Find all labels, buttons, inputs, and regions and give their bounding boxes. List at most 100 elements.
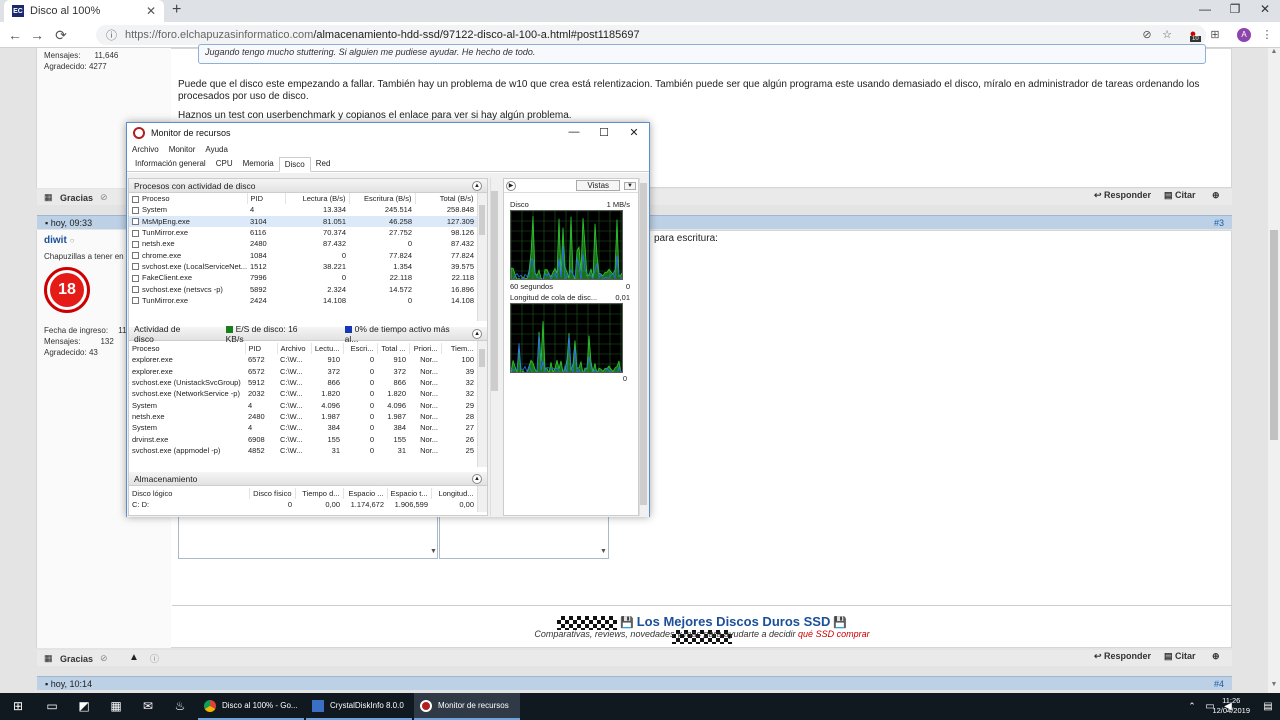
column-header[interactable]: Espacio ... [343,488,388,500]
info-circle-icon[interactable]: ⓘ [150,652,159,665]
column-header[interactable]: Total ... [377,343,410,355]
close-window-button[interactable]: ✕ [1250,2,1280,16]
column-header[interactable]: Escritura (B/s) [349,193,416,205]
taskbar-clock[interactable]: 11:26 12/04/2019 [1212,696,1250,716]
post-number-link[interactable]: #4 [1214,679,1224,689]
task-view-icon[interactable]: ▭ [42,697,62,715]
taskbar-app-resource-monitor[interactable]: Monitor de recursos [414,693,520,720]
rm-close-button[interactable]: ✕ [619,126,649,139]
scroll-down-arrow-icon[interactable]: ▼ [1268,681,1280,693]
post-number-link[interactable]: #3 [1214,218,1224,228]
profile-avatar[interactable]: A [1237,28,1251,42]
column-header[interactable]: Espacio t... [387,488,432,500]
multiquote-icon[interactable]: ⊕ [1212,651,1220,662]
column-header[interactable]: Total (B/s) [415,193,478,205]
column-header[interactable]: Proceso [129,193,248,205]
tab-disco[interactable]: Disco [278,157,311,172]
tab-close-icon[interactable]: ✕ [146,4,156,18]
multiquote-icon[interactable]: ⊕ [1212,190,1220,201]
citar-button[interactable]: ▤ Citar [1164,190,1196,201]
checkbox[interactable] [132,286,139,294]
checkbox[interactable] [132,218,139,226]
column-header[interactable]: Tiem... [441,343,478,355]
column-header[interactable]: Disco lógico [129,488,250,500]
warning-icon[interactable]: ▲ [129,652,139,663]
translate-icon[interactable]: ⊞ [1208,28,1222,42]
column-header[interactable]: Disco físico [249,488,296,500]
maximize-button[interactable]: ❐ [1220,2,1250,16]
steam-icon[interactable]: ♨ [170,697,190,715]
star-bookmark-icon[interactable]: ☆ [1160,28,1174,42]
column-header[interactable]: Priori... [409,343,442,355]
vistas-dropdown-arrow-icon[interactable]: ▼ [624,181,636,190]
back-arrow-icon[interactable]: ← [6,27,24,43]
tab-memoria[interactable]: Memoria [238,157,279,172]
signature-title[interactable]: Los Mejores Discos Duros SSD [637,614,831,629]
storage-section-header[interactable]: Almacenamiento ▲ [129,472,487,486]
table-row[interactable]: FakeClient.exe 7996 0 22.118 22.118 [129,272,477,283]
collapse-up-icon[interactable]: ▲ [472,473,482,484]
username-link[interactable]: diwit ○ [44,235,74,246]
tab-red[interactable]: Red [311,157,336,172]
column-header[interactable]: Lectura (B/s) [285,193,350,205]
page-scrollbar-thumb[interactable] [1270,230,1278,440]
column-header[interactable]: PID [245,343,278,355]
collapse-up-icon[interactable]: ▲ [472,180,482,191]
checkbox[interactable] [132,195,139,203]
app-pinned-icon[interactable]: ◩ [74,697,94,715]
collapse-up-icon[interactable]: ▲ [472,328,482,339]
taskbar-app-crystaldiskinfo[interactable]: CrystalDiskInfo 8.0.0 [306,693,412,720]
column-header[interactable]: Proceso [129,343,246,355]
checkbox[interactable] [132,229,139,237]
report-icon[interactable]: ⊘ [100,192,108,203]
checkbox[interactable] [132,206,139,214]
procs-section-header[interactable]: Procesos con actividad de disco ▲ [129,179,487,193]
reload-icon[interactable]: ⟳ [52,27,70,44]
table-row[interactable]: System 4 C:\W... 4.096 0 4.096 Nor... 29 [129,399,477,410]
table-row[interactable]: explorer.exe 6572 C:\W... 910 0 910 Nor... 100 [129,354,477,365]
vistas-dropdown[interactable]: Vistas [576,180,621,191]
avatar[interactable]: 18 [44,267,90,313]
table-row[interactable]: System 4 C:\W... 384 0 384 Nor... 27 [129,422,477,433]
table-row[interactable]: netsh.exe 2480 87.432 0 87.432 [129,238,477,249]
report-icon[interactable]: ⊘ [100,653,108,664]
blocked-icon[interactable]: ⊘ [1140,28,1154,42]
mail-icon[interactable]: ✉ [138,697,158,715]
table-row[interactable]: chrome.exe 1084 0 77.824 77.824 [129,249,477,260]
table-row[interactable]: explorer.exe 6572 C:\W... 372 0 372 Nor... 39 [129,366,477,377]
tab-cpu[interactable]: CPU [211,157,238,172]
info-icon[interactable]: ⓘ [106,27,117,43]
column-header[interactable]: Longitud... [431,488,478,500]
signature-link[interactable]: qué SSD comprar [798,629,870,639]
browser-tab[interactable]: EC Disco al 100% ✕ [4,0,164,22]
column-header[interactable]: Escri... [343,343,378,355]
scroll-up-arrow-icon[interactable]: ▲ [1268,48,1280,60]
table-row[interactable]: TunMirror.exe 2424 14.108 0 14.108 [129,295,477,306]
column-header[interactable]: Archivo [277,343,312,355]
column-header[interactable]: Lectu... [311,343,344,355]
table-row[interactable]: svchost.exe (netsvcs -p) 5892 2.324 14.572 1… [129,283,477,294]
table-row[interactable]: MsMpEng.exe 3104 81.051 46.258 127.309 [129,215,477,227]
menu-archivo[interactable]: Archivo [132,145,159,154]
notification-center-icon[interactable]: ▤ [1258,697,1278,715]
rm-minimize-button[interactable]: — [559,126,589,138]
menu-ayuda[interactable]: Ayuda [205,145,228,154]
menu-monitor[interactable]: Monitor [169,145,196,154]
rm-right-scrollbar-thumb[interactable] [640,183,647,505]
table-row[interactable]: TunMirror.exe 6116 70.374 27.752 98.126 [129,227,477,238]
table-row[interactable]: netsh.exe 2480 C:\W... 1.987 0 1.987 Nor... 28 [129,411,477,422]
forward-arrow-icon[interactable]: → [28,27,46,43]
activity-section-header[interactable]: Actividad de disco E/S de disco: 16 KB/s… [129,324,487,344]
table-row[interactable]: svchost.exe (NetworkService -p) 2032 C:\W.… [129,388,477,399]
activity-scrollbar-thumb[interactable] [479,349,485,367]
citar-button[interactable]: ▤ Citar [1164,651,1196,662]
column-header[interactable]: Tiempo d... [295,488,344,500]
checkbox[interactable] [132,263,139,271]
table-row[interactable]: C: D: 0 0,00 1.174,672 1.906,599 0,00 [129,499,477,510]
procs-scrollbar-thumb[interactable] [479,205,485,235]
column-header[interactable]: PID [247,193,286,205]
expand-right-icon[interactable]: ▶ [506,180,516,191]
minimize-button[interactable]: — [1190,2,1220,16]
new-tab-button[interactable]: + [172,1,181,19]
checkbox[interactable] [132,240,139,248]
